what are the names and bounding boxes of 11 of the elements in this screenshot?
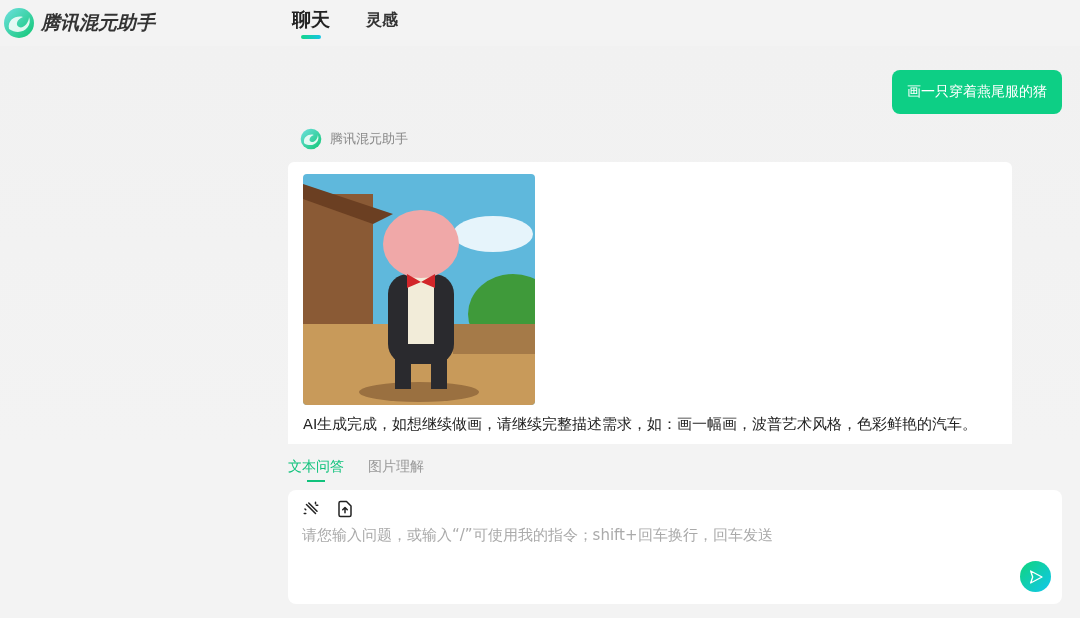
logo-icon [3,7,35,40]
user-message: 画一只穿着燕尾服的猪 [892,70,1062,115]
bot-name: 腾讯混元助手 [330,130,408,149]
nav-tab[interactable]: 聊天 [292,7,330,40]
brand-name: 腾讯混元助手 [41,10,155,36]
reply-text: AI生成完成，如想继续做画，请继续完整描述需求，如：画一幅画，波普艺术风格，色彩鲜艳的汽车。 [303,415,979,435]
nav-tab[interactable]: 灵感 [366,7,398,40]
message-input[interactable]: 请您输入问题，或输入“/”可使用我的指令；shift+回车换行，回车发送 [302,526,1048,545]
send-icon [1027,568,1044,585]
logo-icon [300,128,322,151]
file-upload-icon[interactable] [336,500,354,519]
